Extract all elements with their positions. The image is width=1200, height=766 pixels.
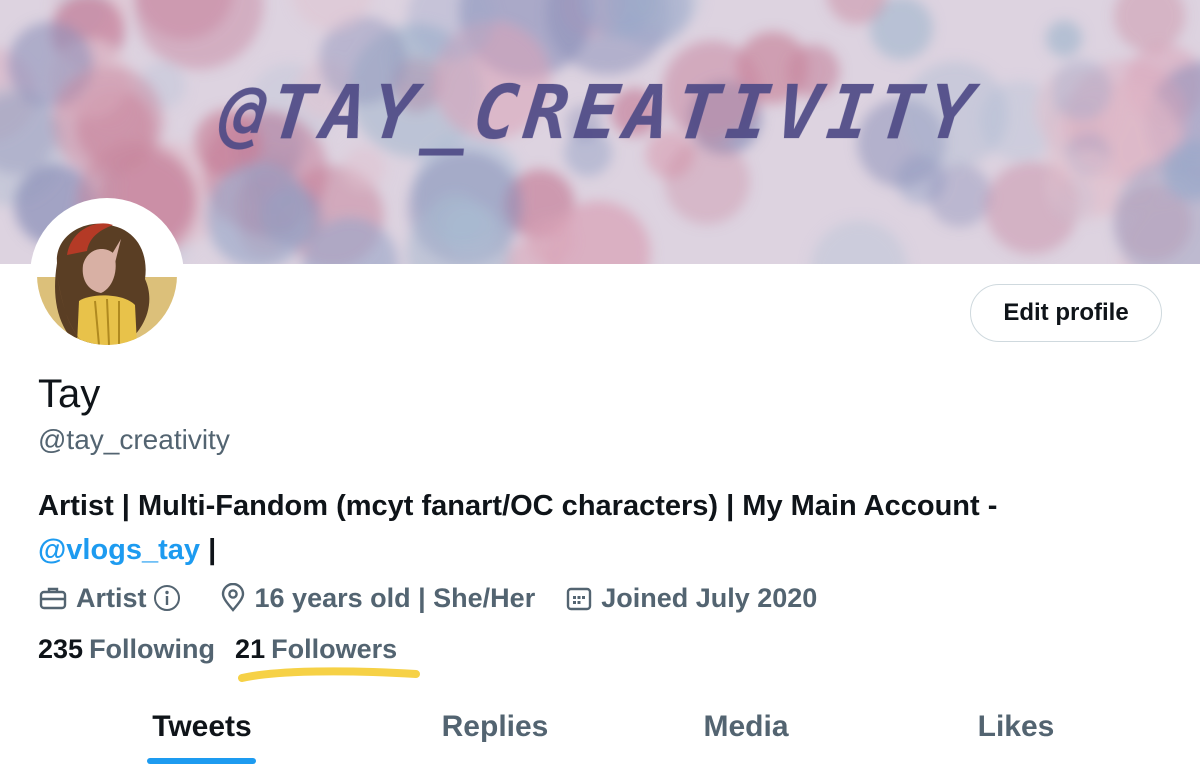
follow-counts: 235 Following 21 Followers bbox=[38, 634, 417, 665]
banner-paint-blob bbox=[1048, 149, 1121, 221]
info-icon[interactable] bbox=[153, 584, 181, 612]
followers-link[interactable]: 21 Followers bbox=[235, 634, 397, 665]
location-item: 16 years old | She/Her bbox=[219, 582, 536, 614]
banner-title: @TAY_CREATIVITY bbox=[216, 70, 984, 156]
location-pin-icon bbox=[221, 583, 244, 612]
followers-count: 21 bbox=[235, 634, 266, 664]
edit-profile-button[interactable]: Edit profile bbox=[970, 284, 1162, 342]
bio-mention-link[interactable]: @vlogs_tay bbox=[38, 534, 200, 566]
followers-label: Followers bbox=[271, 634, 398, 664]
profile-meta: Artist 16 years old | She/Her Joined Jul… bbox=[38, 578, 847, 618]
active-tab-indicator bbox=[147, 758, 256, 764]
briefcase-icon bbox=[39, 587, 67, 610]
username-handle: @tay_creativity bbox=[38, 424, 230, 455]
avatar[interactable] bbox=[30, 198, 184, 352]
location-text: 16 years old | She/Her bbox=[254, 582, 536, 613]
profile-tabs: Tweets Replies Media Likes bbox=[0, 688, 1200, 766]
profession-text: Artist bbox=[76, 582, 147, 613]
profession-item: Artist bbox=[38, 583, 189, 614]
display-name: Tay bbox=[38, 372, 101, 416]
avatar-image bbox=[37, 205, 177, 345]
following-count: 235 bbox=[38, 634, 84, 664]
bio-text: Artist | Multi-Fandom (mcyt fanart/OC ch… bbox=[38, 490, 998, 522]
banner-paint-blob bbox=[928, 163, 992, 228]
joined-text: Joined July 2020 bbox=[601, 582, 818, 613]
tab-replies[interactable]: Replies bbox=[425, 688, 565, 766]
banner-paint-blob bbox=[429, 192, 482, 246]
profile-bio: Artist | Multi-Fandom (mcyt fanart/OC ch… bbox=[38, 484, 1158, 572]
calendar-icon bbox=[567, 587, 592, 611]
joined-item: Joined July 2020 bbox=[565, 583, 817, 614]
banner-paint-blob bbox=[206, 163, 312, 264]
banner-paint-blob bbox=[1046, 20, 1083, 57]
tab-likes[interactable]: Likes bbox=[946, 688, 1086, 766]
bio-suffix: | bbox=[200, 534, 217, 566]
yellow-highlight-mark bbox=[238, 667, 420, 682]
tab-media[interactable]: Media bbox=[676, 688, 816, 766]
following-link[interactable]: 235 Following bbox=[38, 634, 215, 665]
following-label: Following bbox=[89, 634, 216, 664]
profile-banner[interactable]: @TAY_CREATIVITY bbox=[0, 0, 1200, 264]
tab-tweets[interactable]: Tweets bbox=[132, 688, 272, 766]
banner-paint-blob bbox=[527, 217, 575, 264]
